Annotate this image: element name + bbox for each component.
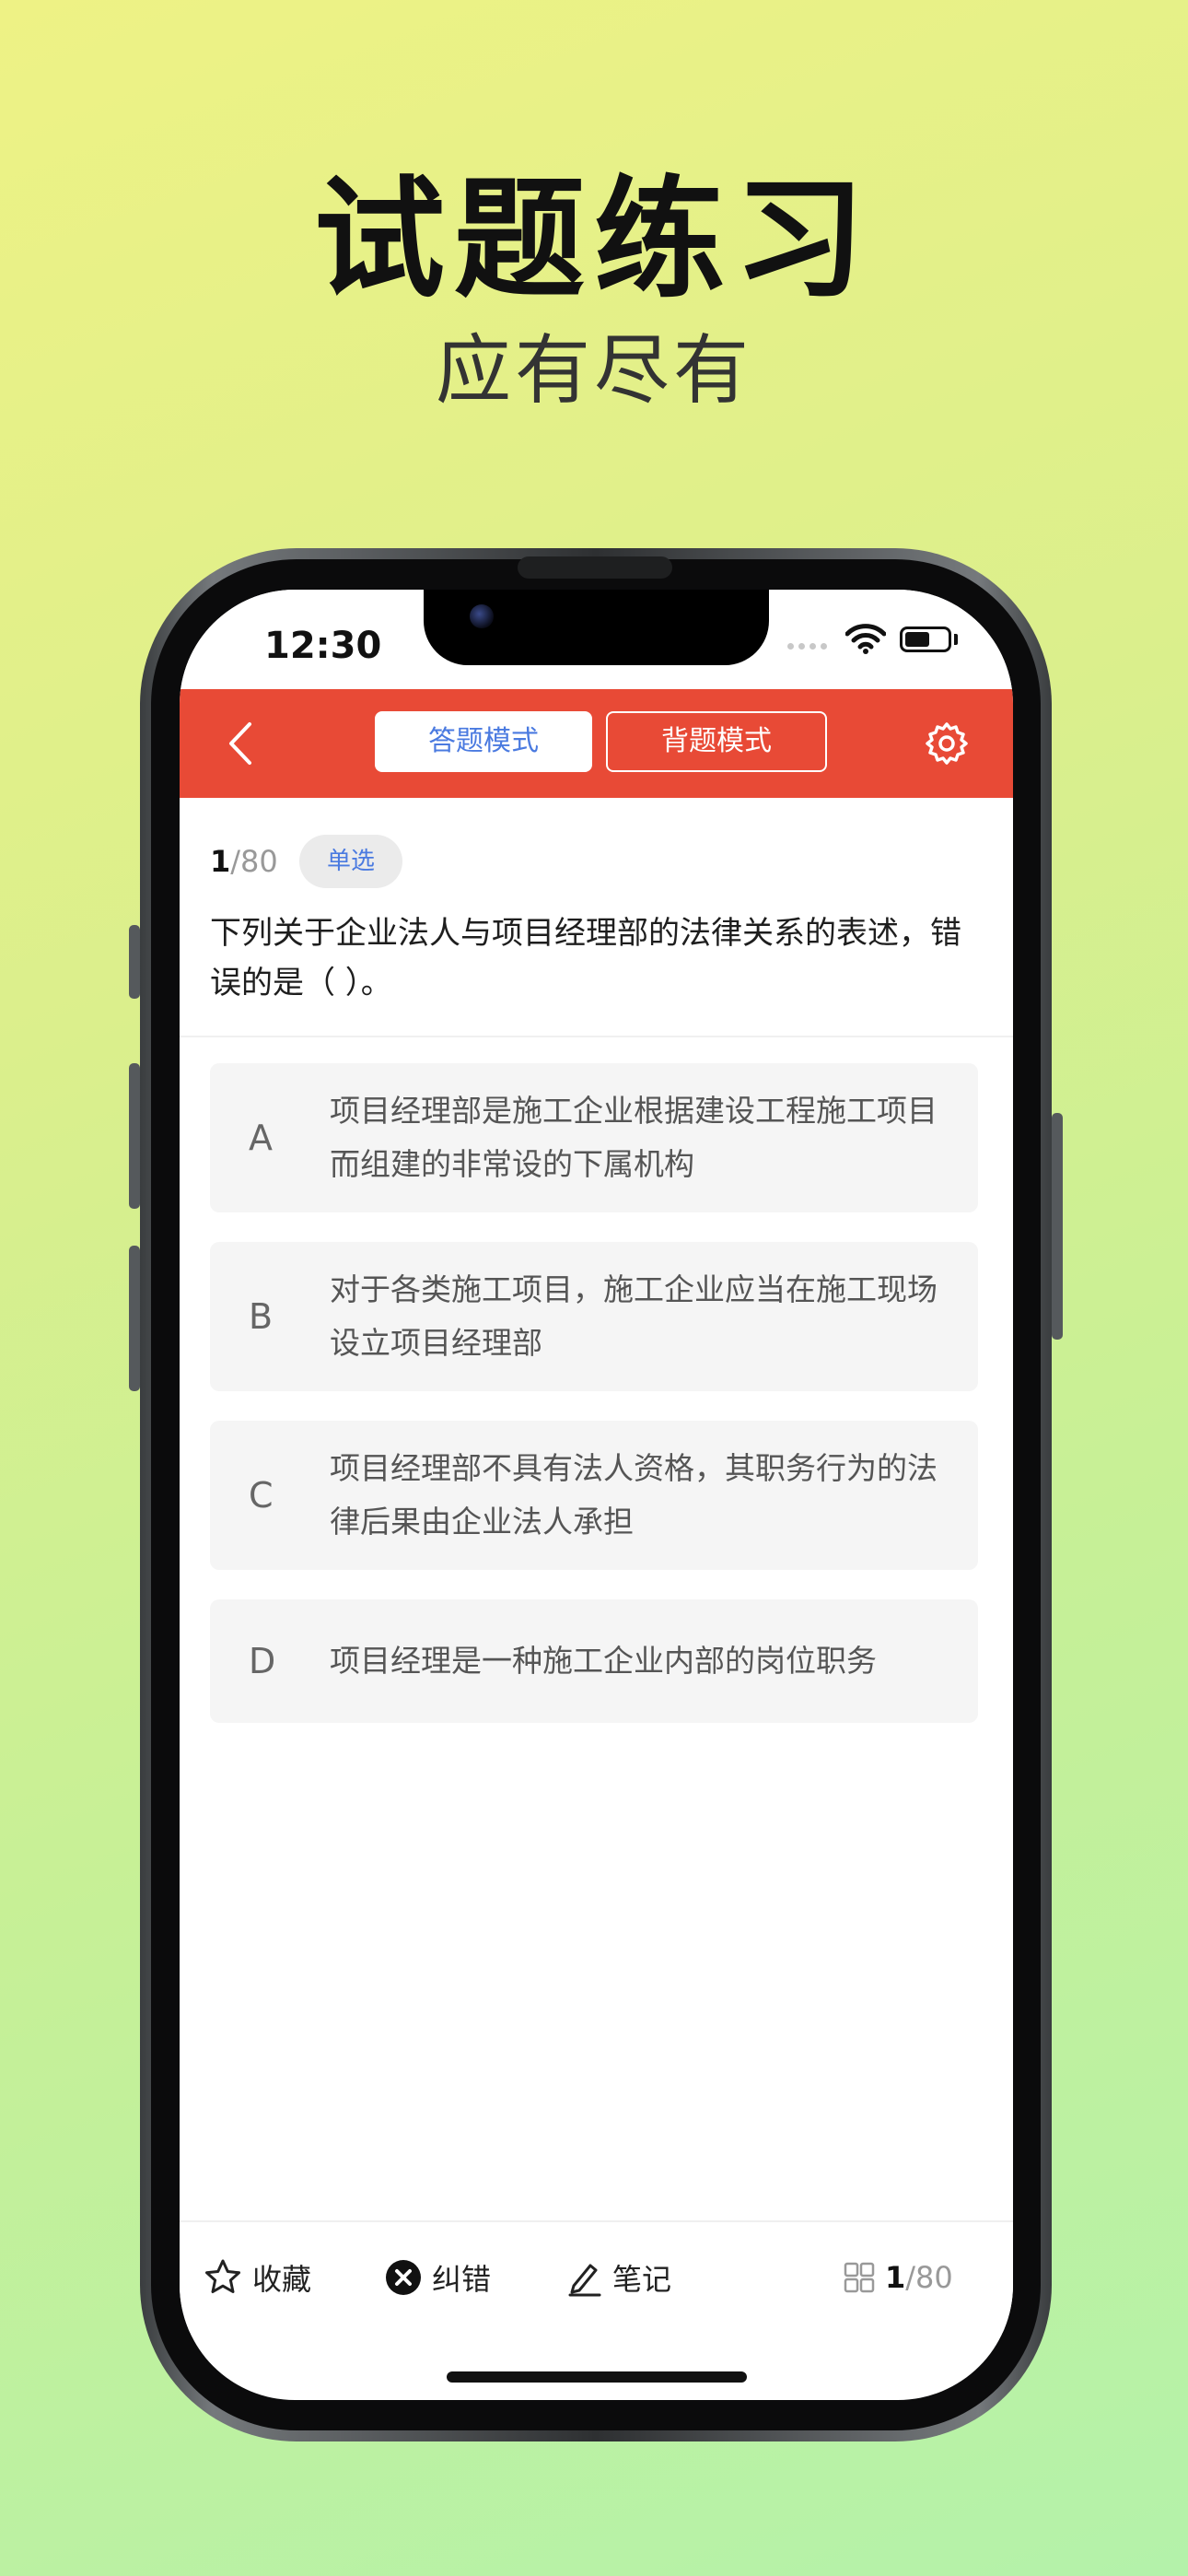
bottom-toolbar: 收藏 纠错 笔记 1/80	[180, 2220, 1013, 2333]
grid-icon	[844, 2262, 875, 2293]
report-error-label: 纠错	[432, 2262, 492, 2297]
option-a[interactable]: A 项目经理部是施工企业根据建设工程施工项目而组建的非常设的下属机构	[210, 1063, 978, 1212]
favorite-button[interactable]: 收藏	[203, 2255, 311, 2300]
option-text: 项目经理部是施工企业根据建设工程施工项目而组建的非常设的下属机构	[330, 1093, 938, 1182]
option-letter: A	[249, 1118, 273, 1158]
wifi-icon	[845, 624, 886, 654]
promo-title: 试题练习	[314, 164, 874, 316]
front-camera	[470, 604, 494, 628]
cellular-signal-icon	[787, 643, 830, 650]
app-header: 答题模式 背题模式	[180, 689, 1013, 798]
battery-cap	[954, 634, 958, 645]
question-current: 1	[210, 844, 231, 879]
phone-screen: 12:30 答题模式 背题模式 1/80 单选 下列关于企业法人与项目经理部的法…	[180, 590, 1013, 2400]
back-arrow-icon[interactable]	[218, 719, 264, 768]
question-progress: 1/80	[210, 844, 278, 879]
settings-gear-icon[interactable]	[924, 720, 970, 767]
status-bar: 12:30	[180, 590, 1013, 689]
error-x-icon	[386, 2260, 421, 2295]
tab-answer-mode[interactable]: 答题模式	[375, 711, 592, 772]
question-type-badge: 单选	[299, 835, 402, 888]
battery-level	[905, 632, 929, 647]
battery-icon	[900, 626, 951, 652]
favorite-label: 收藏	[252, 2262, 312, 2297]
notes-label: 笔记	[612, 2262, 672, 2297]
status-time: 12:30	[264, 625, 382, 667]
grid-current: 1	[885, 2260, 906, 2295]
phone-volume-down	[129, 1246, 140, 1391]
option-text: 项目经理是一种施工企业内部的岗位职务	[330, 1643, 877, 1679]
notch	[424, 590, 769, 665]
phone-power-button	[1052, 1113, 1063, 1340]
report-error-button[interactable]: 纠错	[384, 2255, 491, 2300]
phone-volume-up	[129, 1063, 140, 1209]
promo-subtitle: 应有尽有	[435, 327, 752, 415]
question-block: 1/80 单选 下列关于企业法人与项目经理部的法律关系的表述，错误的是（ ）。	[180, 798, 1013, 1037]
option-letter: D	[249, 1641, 276, 1681]
star-icon	[205, 2259, 240, 2293]
grid-total: /80	[905, 2260, 953, 2295]
tab-memorize-mode[interactable]: 背题模式	[606, 711, 827, 772]
phone-speaker	[518, 556, 672, 579]
notes-button[interactable]: 笔记	[566, 2255, 671, 2300]
option-letter: C	[249, 1475, 274, 1516]
pencil-icon	[568, 2264, 601, 2297]
question-grid-button[interactable]: 1/80	[843, 2255, 953, 2300]
option-d[interactable]: D 项目经理是一种施工企业内部的岗位职务	[210, 1599, 978, 1723]
phone-mute-switch	[129, 925, 140, 999]
option-letter: B	[249, 1296, 274, 1337]
option-text: 项目经理部不具有法人资格，其职务行为的法律后果由企业法人承担	[330, 1450, 938, 1540]
option-text: 对于各类施工项目，施工企业应当在施工现场设立项目经理部	[330, 1271, 938, 1361]
home-indicator[interactable]	[447, 2371, 747, 2383]
question-total: /80	[230, 844, 278, 879]
option-c[interactable]: C 项目经理部不具有法人资格，其职务行为的法律后果由企业法人承担	[210, 1421, 978, 1570]
option-b[interactable]: B 对于各类施工项目，施工企业应当在施工现场设立项目经理部	[210, 1242, 978, 1391]
question-text: 下列关于企业法人与项目经理部的法律关系的表述，错误的是（ ）。	[210, 915, 961, 1001]
